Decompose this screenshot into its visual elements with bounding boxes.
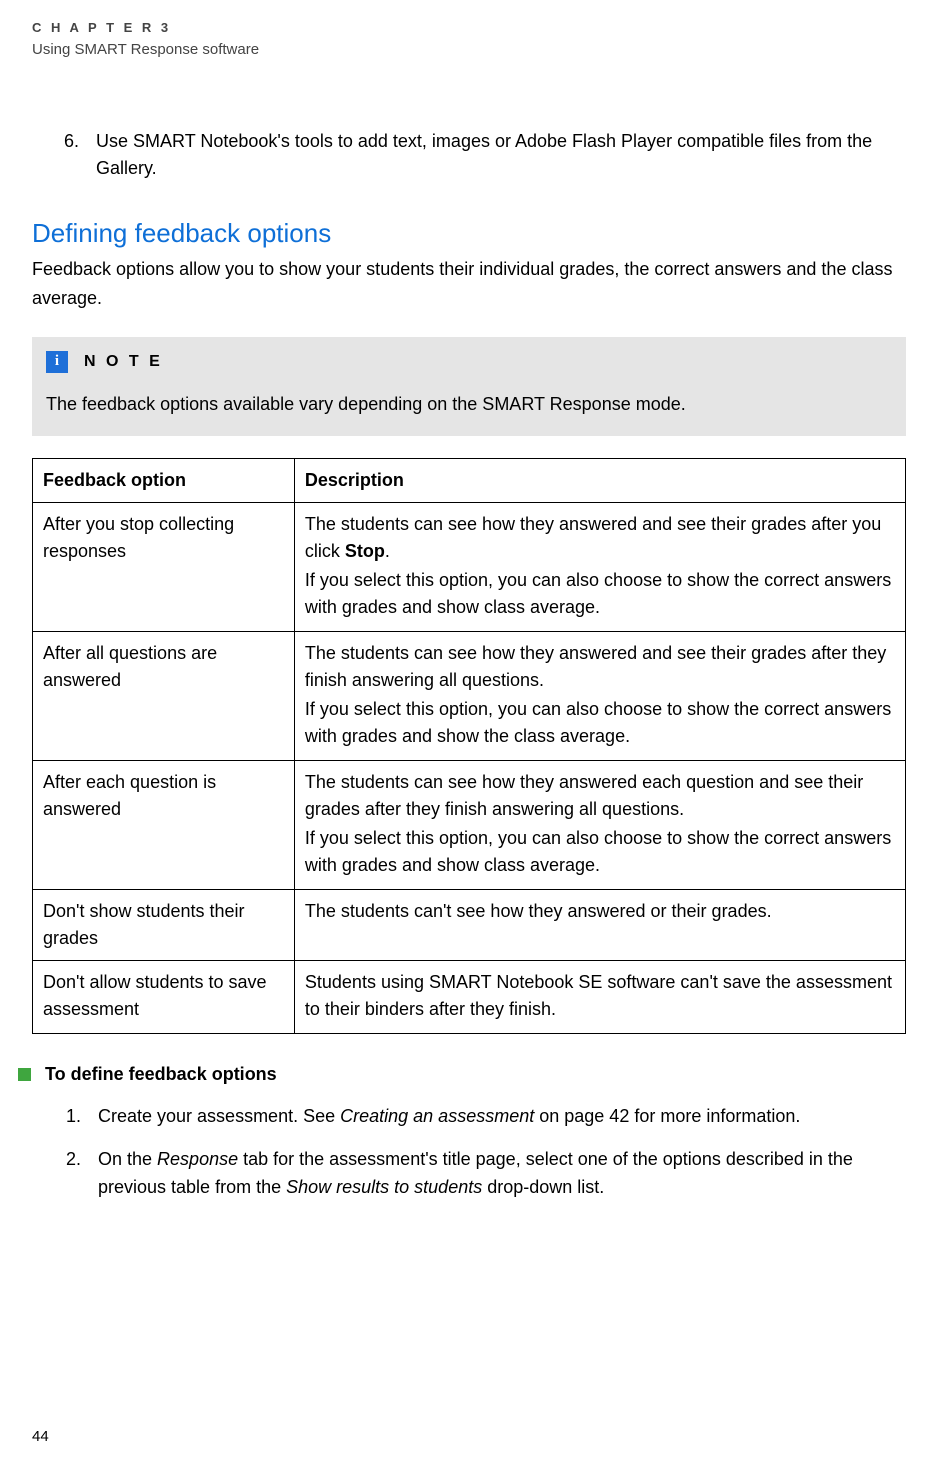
- list-item-number: 6.: [64, 128, 96, 182]
- intro-numbered-list: 6. Use SMART Notebook's tools to add tex…: [64, 128, 906, 182]
- desc-text: .: [385, 541, 390, 561]
- table-header-description: Description: [294, 458, 905, 502]
- feedback-options-table: Feedback option Description After you st…: [32, 458, 906, 1034]
- section-title: Defining feedback options: [32, 218, 906, 249]
- feedback-option-name: Don't allow students to save assessment: [33, 960, 295, 1033]
- list-item: 6. Use SMART Notebook's tools to add tex…: [64, 128, 906, 182]
- desc-text: The students can see how they answered a…: [305, 514, 881, 561]
- section-intro: Feedback options allow you to show your …: [32, 255, 906, 313]
- text-italic: Show results to students: [286, 1177, 482, 1197]
- table-row: Don't allow students to save assessment …: [33, 960, 906, 1033]
- page-number: 44: [32, 1428, 49, 1445]
- note-label: N O T E: [84, 353, 163, 371]
- list-item-text: On the Response tab for the assessment's…: [98, 1146, 906, 1202]
- list-item: 2. On the Response tab for the assessmen…: [66, 1146, 906, 1202]
- feedback-option-description: The students can see how they answered a…: [294, 631, 905, 760]
- list-item-text: Use SMART Notebook's tools to add text, …: [96, 128, 906, 182]
- feedback-option-name: After you stop collecting responses: [33, 502, 295, 631]
- text-span: On the: [98, 1149, 157, 1169]
- chapter-label: C H A P T E R 3: [32, 20, 906, 35]
- desc-bold: Stop: [345, 541, 385, 561]
- list-item-number: 2.: [66, 1146, 98, 1202]
- desc-text: The students can see how they answered a…: [305, 640, 895, 694]
- note-body: The feedback options available vary depe…: [46, 391, 892, 418]
- note-header: i N O T E: [46, 351, 892, 373]
- feedback-option-description: The students can see how they answered a…: [294, 502, 905, 631]
- table-row: After you stop collecting responses The …: [33, 502, 906, 631]
- feedback-option-description: The students can see how they answered e…: [294, 760, 905, 889]
- list-item-number: 1.: [66, 1103, 98, 1131]
- text-italic: Response: [157, 1149, 238, 1169]
- desc-text: The students can see how they answered e…: [305, 769, 895, 823]
- feedback-option-description: The students can't see how they answered…: [294, 889, 905, 960]
- feedback-option-description: Students using SMART Notebook SE softwar…: [294, 960, 905, 1033]
- desc-text: Students using SMART Notebook SE softwar…: [305, 969, 895, 1023]
- desc-text: The students can't see how they answered…: [305, 898, 895, 925]
- text-italic: Creating an assessment: [340, 1106, 534, 1126]
- feedback-option-name: After each question is answered: [33, 760, 295, 889]
- list-item-text: Create your assessment. See Creating an …: [98, 1103, 800, 1131]
- desc-text: If you select this option, you can also …: [305, 696, 895, 750]
- table-row: After each question is answered The stud…: [33, 760, 906, 889]
- desc-text: If you select this option, you can also …: [305, 567, 895, 621]
- note-box: i N O T E The feedback options available…: [32, 337, 906, 436]
- text-span: Create your assessment. See: [98, 1106, 340, 1126]
- feedback-option-name: After all questions are answered: [33, 631, 295, 760]
- feedback-option-name: Don't show students their grades: [33, 889, 295, 960]
- procedure-title: To define feedback options: [45, 1064, 277, 1085]
- desc-text: If you select this option, you can also …: [305, 825, 895, 879]
- info-icon: i: [46, 351, 68, 373]
- text-span: drop-down list.: [482, 1177, 604, 1197]
- table-header-option: Feedback option: [33, 458, 295, 502]
- table-row: Don't show students their grades The stu…: [33, 889, 906, 960]
- list-item: 1. Create your assessment. See Creating …: [66, 1103, 906, 1131]
- chapter-subtitle: Using SMART Response software: [32, 41, 906, 58]
- text-span: on page 42 for more information.: [534, 1106, 800, 1126]
- table-row: After all questions are answered The stu…: [33, 631, 906, 760]
- procedure-header: To define feedback options: [18, 1064, 906, 1085]
- procedure-list: 1. Create your assessment. See Creating …: [66, 1103, 906, 1203]
- procedure-bullet-icon: [18, 1068, 31, 1081]
